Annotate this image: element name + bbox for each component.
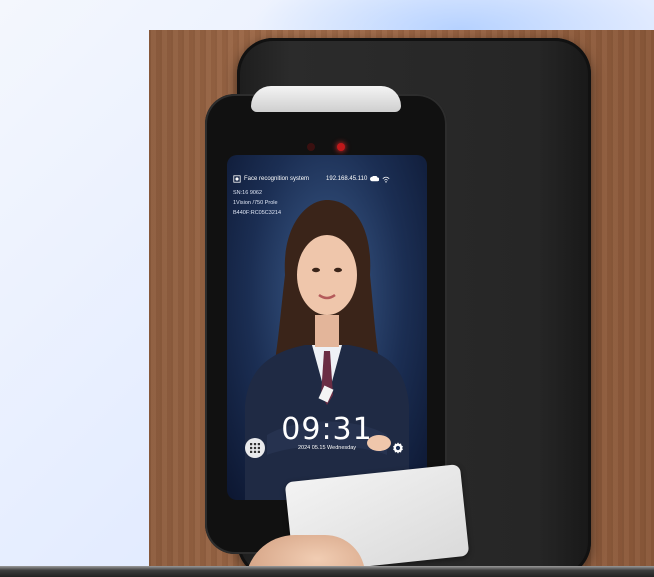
cloud-icon <box>370 176 380 182</box>
info-line: B440F:RC05C3214 <box>233 210 282 216</box>
app-title: Face recognition system <box>244 176 310 182</box>
bottom-edge <box>0 566 654 577</box>
device-light-bar <box>251 86 401 112</box>
wifi-icon <box>382 176 390 183</box>
ip-address: 192.168.45.110 <box>326 176 368 182</box>
camera-sensor <box>307 143 315 151</box>
face-icon <box>233 175 241 183</box>
status-bar: Face recognition system 192.168.45.110 <box>233 175 423 183</box>
settings-button[interactable] <box>389 439 407 457</box>
ir-indicator <box>337 143 345 151</box>
gear-icon <box>393 442 403 454</box>
product-photo: Face recognition system 192.168.45.110 S… <box>149 30 654 567</box>
device-screen: Face recognition system 192.168.45.110 S… <box>227 155 427 500</box>
device-info: SN:16 9062 1Vision /750 Prole B440F:RC05… <box>233 188 281 218</box>
info-line: 1Vision /750 Prole <box>233 200 278 206</box>
info-line: SN:16 9062 <box>233 190 263 196</box>
